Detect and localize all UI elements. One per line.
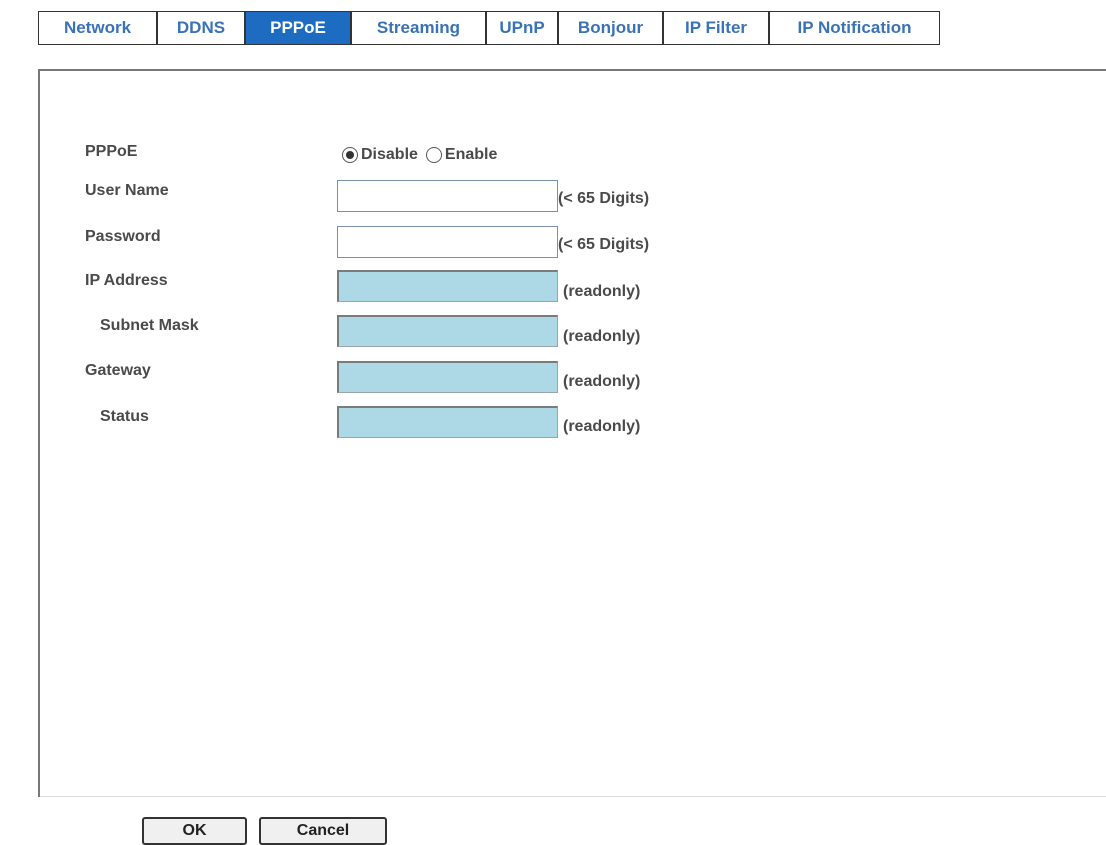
pppoe-enable-radio[interactable] bbox=[425, 147, 442, 163]
user-name-hint: (< 65 Digits) bbox=[558, 190, 650, 207]
panel-bottom-border bbox=[40, 796, 1106, 797]
gateway-label: Gateway bbox=[85, 362, 151, 379]
password-label: Password bbox=[85, 228, 161, 245]
tab-network[interactable]: Network bbox=[39, 12, 158, 44]
ip-address-hint: (readonly) bbox=[563, 283, 641, 300]
ip-address-label: IP Address bbox=[85, 272, 168, 289]
tab-ip-notification[interactable]: IP Notification bbox=[770, 12, 939, 44]
panel-left-border bbox=[38, 69, 40, 797]
radio-selected-dot bbox=[346, 151, 354, 159]
tab-bar: Network DDNS PPPoE Streaming UPnP Bonjou… bbox=[38, 11, 940, 45]
subnet-mask-field bbox=[337, 315, 558, 347]
password-input[interactable] bbox=[337, 226, 558, 258]
tab-upnp[interactable]: UPnP bbox=[487, 12, 559, 44]
ip-address-field bbox=[337, 270, 558, 302]
password-hint: (< 65 Digits) bbox=[558, 236, 650, 253]
pppoe-label: PPPoE bbox=[85, 143, 138, 160]
status-label: Status bbox=[100, 408, 149, 425]
cancel-button[interactable]: Cancel bbox=[259, 817, 387, 845]
status-hint: (readonly) bbox=[563, 418, 641, 435]
pppoe-disable-label[interactable]: Disable bbox=[361, 146, 418, 164]
pppoe-radio-group: Disable Enable bbox=[342, 146, 505, 164]
tab-bonjour[interactable]: Bonjour bbox=[559, 12, 664, 44]
panel-top-border bbox=[38, 69, 1106, 71]
pppoe-disable-radio[interactable] bbox=[342, 147, 358, 163]
gateway-field bbox=[337, 361, 558, 393]
tab-pppoe[interactable]: PPPoE bbox=[246, 12, 352, 44]
subnet-mask-label: Subnet Mask bbox=[100, 317, 199, 334]
user-name-input[interactable] bbox=[337, 180, 558, 212]
gateway-hint: (readonly) bbox=[563, 373, 641, 390]
subnet-mask-hint: (readonly) bbox=[563, 328, 641, 345]
tab-ip-filter[interactable]: IP Filter bbox=[664, 12, 770, 44]
status-field bbox=[337, 406, 558, 438]
user-name-label: User Name bbox=[85, 182, 169, 199]
tab-streaming[interactable]: Streaming bbox=[352, 12, 487, 44]
tab-ddns[interactable]: DDNS bbox=[158, 12, 246, 44]
ok-button[interactable]: OK bbox=[142, 817, 247, 845]
pppoe-enable-label[interactable]: Enable bbox=[445, 146, 497, 164]
